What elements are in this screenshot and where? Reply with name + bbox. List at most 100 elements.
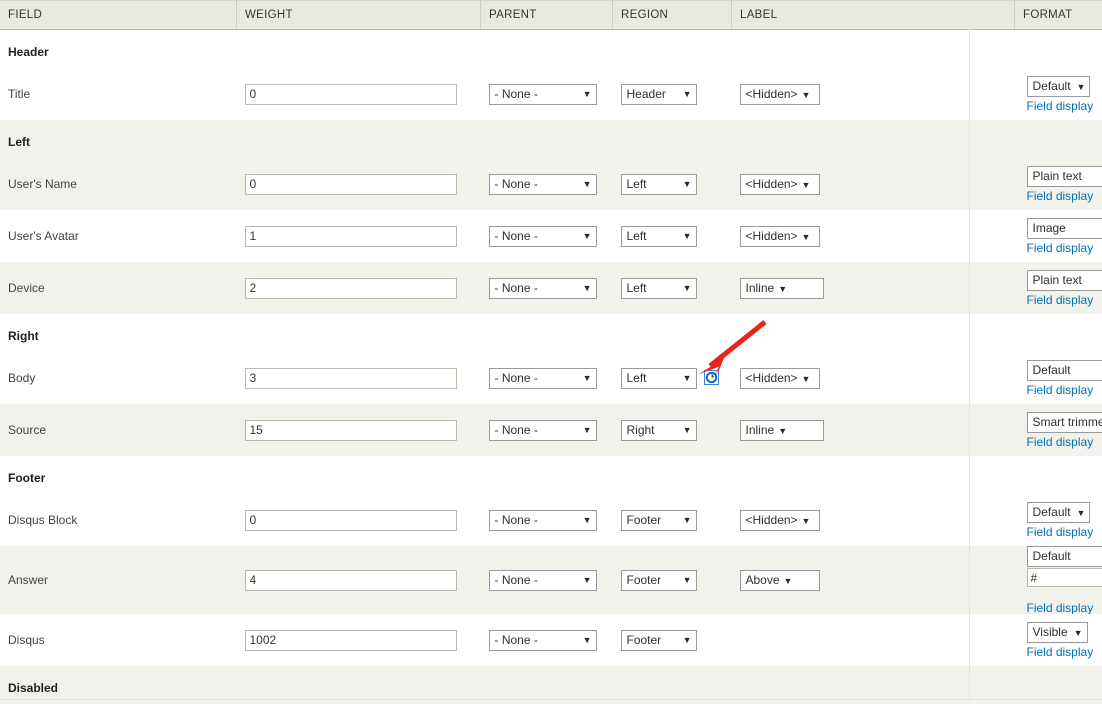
parent-select[interactable]: - None -▼	[489, 368, 597, 389]
weight-input[interactable]	[245, 510, 457, 531]
chevron-down-icon: ▼	[583, 227, 592, 246]
parent-select-value: - None -	[495, 87, 538, 101]
field-display-link[interactable]: Field display	[1027, 100, 1094, 112]
label-cell: <Hidden>▼	[732, 352, 1015, 404]
field-label: Source	[0, 404, 237, 456]
weight-input[interactable]	[245, 174, 457, 195]
format-stack: Image▼ Field display	[1027, 218, 1102, 254]
region-title-row: Left	[0, 120, 1102, 158]
label-select-value: Inline	[746, 423, 775, 437]
parent-select[interactable]: - None -▼	[489, 278, 597, 299]
weight-input[interactable]	[245, 84, 457, 105]
parent-select[interactable]: - None -▼	[489, 84, 597, 105]
field-display-link[interactable]: Field display	[1027, 436, 1094, 448]
table-row: User's Avatar- None -▼Left▼<Hidden>▼Imag…	[0, 210, 1102, 262]
chevron-down-icon: ▼	[683, 175, 692, 194]
chevron-down-icon: ▼	[802, 232, 811, 242]
label-select[interactable]: <Hidden>▼	[740, 368, 820, 389]
format-select[interactable]: Plain text▼	[1027, 166, 1102, 187]
chevron-down-icon: ▼	[683, 227, 692, 246]
region-select[interactable]: Footer▼	[621, 570, 697, 591]
format-select[interactable]: Default▼	[1027, 502, 1091, 523]
parent-cell: - None -▼	[481, 546, 613, 614]
format-stack: Visible▼ Field display	[1027, 622, 1102, 658]
chevron-down-icon: ▼	[683, 511, 692, 530]
parent-select-value: - None -	[495, 633, 538, 647]
weight-cell	[237, 404, 481, 456]
parent-select[interactable]: - None -▼	[489, 420, 597, 441]
field-display-link[interactable]: Field display	[1027, 294, 1094, 306]
region-select-value: Right	[627, 423, 655, 437]
label-select[interactable]: Inline▼	[740, 278, 824, 299]
region-cell: Right▼	[613, 404, 732, 456]
label-select[interactable]: Inline▼	[740, 420, 824, 441]
region-cell: Footer ▼	[613, 494, 732, 546]
table-row: Answer- None -▼Footer▼Above▼Default▼Fiel…	[0, 546, 1102, 614]
chevron-down-icon: ▼	[583, 279, 592, 298]
region-select[interactable]: Left▼	[621, 368, 697, 389]
chevron-down-icon: ▼	[583, 175, 592, 194]
weight-input[interactable]	[245, 420, 457, 441]
region-select[interactable]: Left ▼	[621, 226, 697, 247]
format-select[interactable]: Visible▼	[1027, 622, 1088, 643]
weight-input[interactable]	[245, 368, 457, 389]
format-stack: Default Field display	[1027, 360, 1102, 396]
region-select[interactable]: Right▼	[621, 420, 697, 441]
chevron-down-icon: ▼	[802, 374, 811, 384]
region-select[interactable]: Header▼	[621, 84, 697, 105]
field-label: Device	[0, 262, 237, 314]
column-header-parent: PARENT	[481, 1, 613, 30]
weight-input[interactable]	[245, 278, 457, 299]
region-title: Right	[0, 314, 1102, 352]
label-cell: Inline▼	[732, 262, 1015, 314]
format-select-value: Default	[1033, 79, 1071, 93]
field-display-link[interactable]: Field display	[1027, 190, 1094, 202]
parent-cell: - None -▼	[481, 494, 613, 546]
region-select[interactable]: Left ▼	[621, 174, 697, 195]
field-display-link[interactable]: Field display	[1027, 384, 1094, 396]
label-cell: <Hidden>▼	[732, 68, 1015, 120]
parent-select[interactable]: - None - ▼	[489, 630, 597, 651]
weight-input[interactable]	[245, 226, 457, 247]
weight-input[interactable]	[245, 570, 457, 591]
parent-select[interactable]: - None -▼	[489, 570, 597, 591]
region-select[interactable]: Left▼	[621, 278, 697, 299]
field-display-link[interactable]: Field display	[1027, 646, 1094, 658]
field-label: User's Avatar	[0, 210, 237, 262]
region-select[interactable]: Footer ▼	[621, 510, 697, 531]
chevron-down-icon: ▼	[583, 631, 592, 650]
parent-select-value: - None -	[495, 229, 538, 243]
region-cell: Header▼	[613, 68, 732, 120]
field-display-link[interactable]: Field display	[1027, 602, 1094, 614]
format-select[interactable]: Default▼	[1027, 76, 1091, 97]
format-select[interactable]: Smart trimmed▼	[1027, 412, 1102, 433]
format-select[interactable]: Default	[1027, 360, 1102, 381]
region-select-value: Left	[627, 371, 647, 385]
label-select[interactable]: <Hidden>▼	[740, 510, 820, 531]
field-display-link[interactable]: Field display	[1027, 242, 1094, 254]
label-select[interactable]: <Hidden>▼	[740, 226, 820, 247]
table-row: Disqus- None -▼Footer▼Visible▼Field disp…	[0, 614, 1102, 666]
format-column-divider	[969, 26, 970, 701]
field-label: Disqus Block	[0, 494, 237, 546]
region-select[interactable]: Footer▼	[621, 630, 697, 651]
region-select-value: Left	[627, 229, 647, 243]
label-select[interactable]: <Hidden>▼	[740, 84, 820, 105]
parent-select[interactable]: - None -▼	[489, 510, 597, 531]
weight-cell	[237, 210, 481, 262]
region-cell: Footer▼	[613, 546, 732, 614]
format-extra-input[interactable]	[1027, 568, 1102, 587]
region-select-value: Footer	[627, 513, 662, 527]
format-select[interactable]: Plain text	[1027, 270, 1102, 291]
region-select-value: Left	[627, 177, 647, 191]
label-select[interactable]: <Hidden>▼	[740, 174, 820, 195]
parent-select[interactable]: - None - ▼	[489, 226, 597, 247]
parent-select[interactable]: - None -▼	[489, 174, 597, 195]
field-display-link[interactable]: Field display	[1027, 526, 1094, 538]
label-select[interactable]: Above▼	[740, 570, 820, 591]
label-cell: <Hidden>▼	[732, 210, 1015, 262]
format-select[interactable]: Image▼	[1027, 218, 1102, 239]
weight-input[interactable]	[245, 630, 457, 651]
parent-cell: - None -▼	[481, 68, 613, 120]
format-select[interactable]: Default▼	[1027, 546, 1102, 567]
